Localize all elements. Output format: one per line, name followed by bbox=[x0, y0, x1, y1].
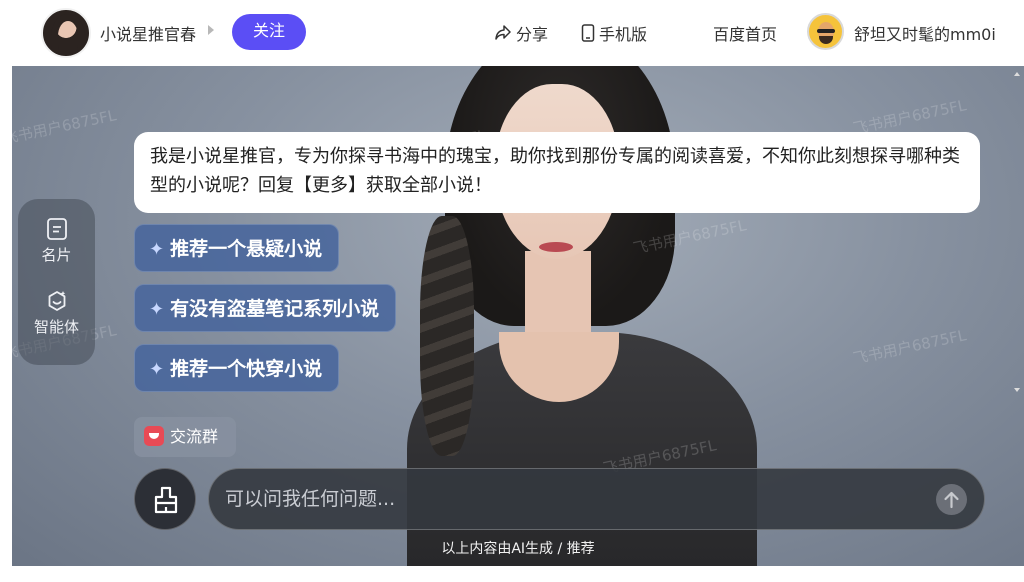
suggestion-chip[interactable]: ✦ 有没有盗墓笔记系列小说 bbox=[134, 284, 397, 332]
scroll-down-arrow-icon[interactable] bbox=[1014, 388, 1020, 392]
mobile-link[interactable]: 手机版 bbox=[581, 21, 647, 45]
share-label: 分享 bbox=[516, 25, 549, 44]
ai-disclaimer: 以上内容由AI生成 / 推荐 bbox=[441, 541, 595, 557]
mobile-label: 手机版 bbox=[599, 25, 648, 44]
agent-avatar[interactable] bbox=[41, 8, 91, 58]
user-name[interactable]: 舒坦又时髦的mm0i bbox=[854, 21, 996, 45]
agent-icon bbox=[48, 291, 65, 311]
scroll-up-arrow-icon[interactable] bbox=[1014, 72, 1020, 76]
rail-agent-label: 智能体 bbox=[33, 318, 79, 336]
agent-name[interactable]: 小说星推官春 bbox=[100, 21, 196, 45]
arrow-up-icon bbox=[944, 491, 959, 509]
sparkle-icon: ✦ bbox=[149, 239, 165, 260]
baidu-home-link[interactable]: 百度首页 bbox=[713, 21, 777, 45]
greeting-message: 我是小说星推官，专为你探寻书海中的瑰宝，助你找到那份专属的阅读喜爱，不知你此刻想… bbox=[134, 132, 980, 213]
clear-context-button[interactable] bbox=[134, 468, 196, 530]
card-icon bbox=[46, 218, 67, 240]
group-chip-label: 交流群 bbox=[170, 427, 219, 446]
suggestion-label: 推荐一个悬疑小说 bbox=[170, 238, 323, 260]
sparkle-icon: ✦ bbox=[149, 299, 165, 320]
watermark: 飞书用户6875FL bbox=[851, 326, 968, 368]
rail-card-button[interactable]: 名片 bbox=[18, 217, 95, 265]
home-label: 百度首页 bbox=[713, 25, 778, 44]
brush-icon bbox=[154, 486, 178, 514]
share-link[interactable]: 分享 bbox=[494, 21, 548, 45]
rail-agent-button[interactable]: 智能体 bbox=[18, 289, 95, 337]
suggestion-label: 推荐一个快穿小说 bbox=[170, 358, 323, 380]
suggestion-chip[interactable]: ✦ 推荐一个快穿小说 bbox=[134, 344, 340, 392]
share-icon bbox=[495, 25, 511, 40]
group-icon bbox=[144, 426, 164, 446]
send-button[interactable] bbox=[936, 484, 967, 515]
suggestion-chip[interactable]: ✦ 推荐一个悬疑小说 bbox=[134, 224, 340, 272]
suggestion-label: 有没有盗墓笔记系列小说 bbox=[170, 298, 380, 320]
group-chat-button[interactable]: 交流群 bbox=[134, 417, 236, 457]
watermark: 飞书用户6875FL bbox=[12, 106, 118, 148]
phone-icon bbox=[581, 24, 595, 42]
rail-card-label: 名片 bbox=[41, 246, 72, 264]
chat-input[interactable] bbox=[208, 468, 985, 530]
sparkle-icon: ✦ bbox=[149, 359, 165, 380]
chat-stage: 飞书用户6875FL 飞书用户6875FL 飞书用户6875FL 飞书用户687… bbox=[12, 66, 1024, 566]
follow-button[interactable]: 关注 bbox=[232, 14, 306, 50]
user-avatar[interactable] bbox=[807, 13, 844, 50]
side-rail: 名片 智能体 bbox=[18, 199, 95, 365]
caret-right-icon[interactable] bbox=[208, 25, 214, 35]
top-bar: 小说星推官春 关注 分享 手机版 百度首页 舒坦又时髦的mm0i bbox=[0, 0, 1024, 66]
